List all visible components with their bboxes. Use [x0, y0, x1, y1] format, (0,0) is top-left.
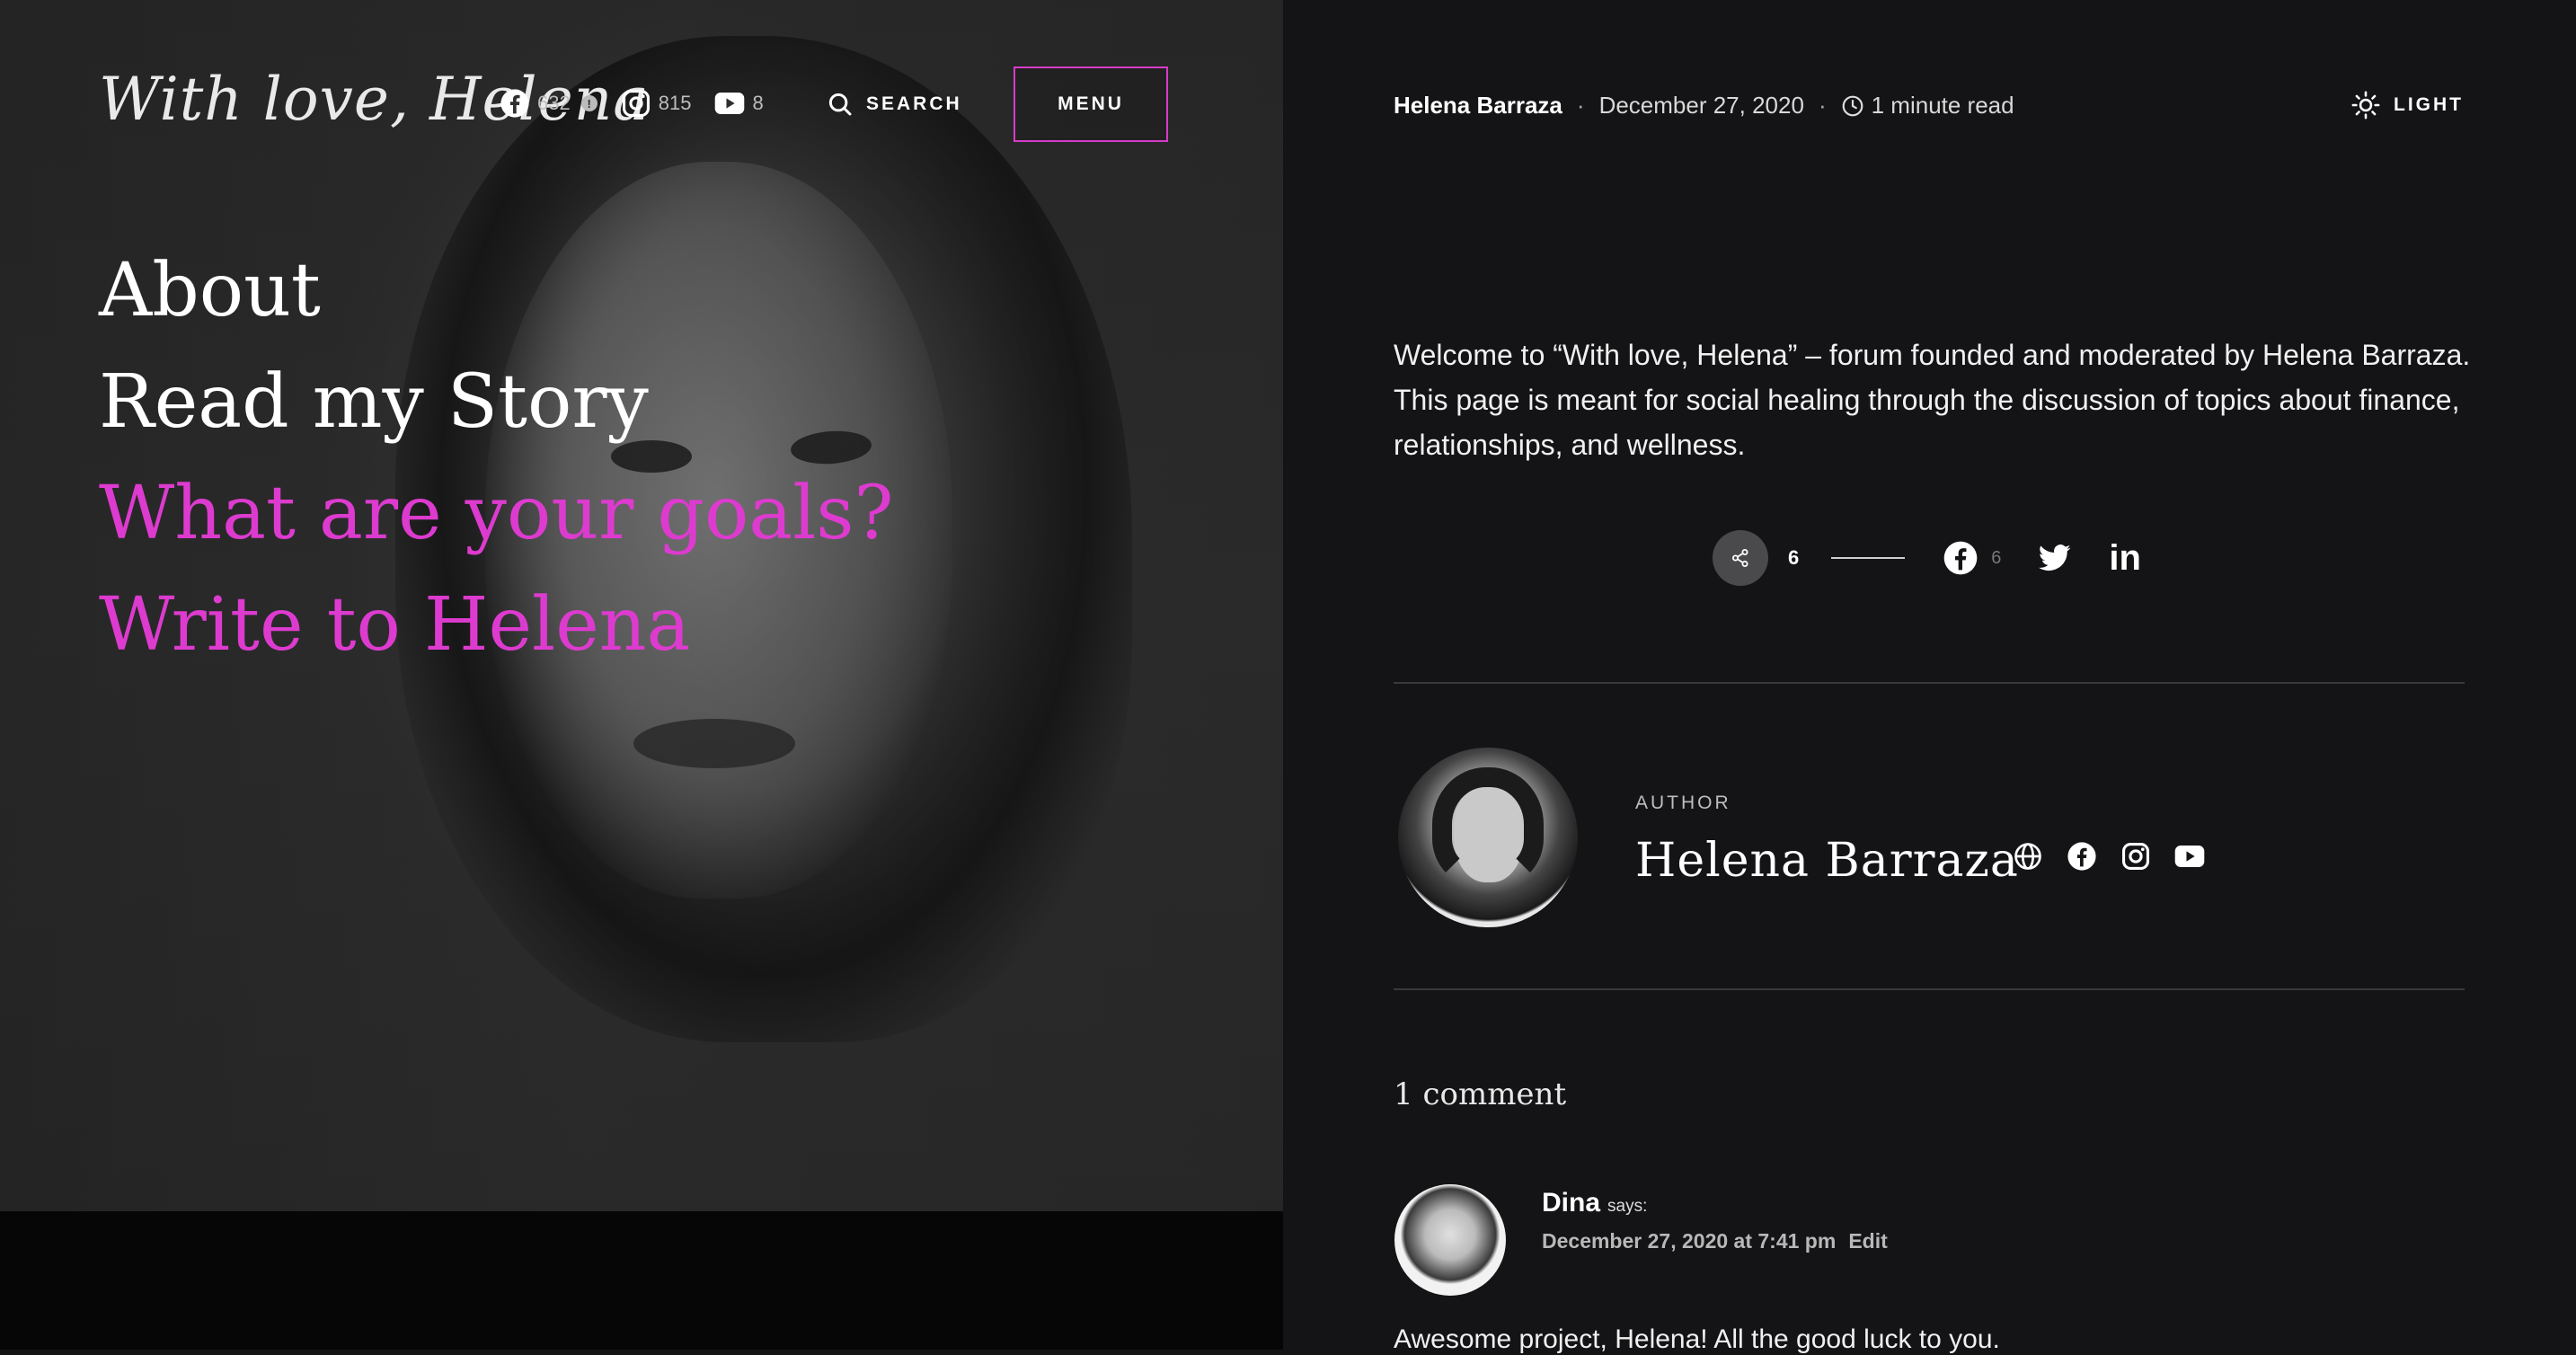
author-social-links: [2013, 841, 2205, 876]
menu-button[interactable]: MENU: [1014, 66, 1168, 142]
share-icon: [1732, 549, 1748, 567]
theme-toggle-label: LIGHT: [2394, 94, 2464, 115]
info-icon: !: [580, 95, 598, 111]
linkedin-icon: in: [2109, 537, 2141, 578]
comment-edit-link[interactable]: Edit: [1848, 1229, 1887, 1253]
facebook-count[interactable]: 632 !: [500, 88, 598, 119]
comments-title: 1 comment: [1394, 1076, 1567, 1112]
hero-menu: About Read my Story What are your goals?…: [99, 235, 893, 681]
twitter-icon: [2039, 545, 2071, 571]
meta-separator: ·: [1576, 92, 1585, 119]
share-button[interactable]: [1713, 530, 1768, 586]
share-twitter-button[interactable]: [2039, 544, 2071, 572]
hero-footer: [0, 1211, 1283, 1350]
intro-paragraph: Welcome to “With love, Helena” – forum f…: [1394, 339, 2471, 461]
hero-menu-item-read-my-story[interactable]: Read my Story: [99, 347, 893, 458]
facebook-icon[interactable]: [2067, 841, 2097, 876]
clock-icon: [1841, 94, 1864, 118]
author-avatar[interactable]: [1398, 748, 1578, 927]
share-total: 6: [1788, 546, 1800, 569]
hero-menu-item-about[interactable]: About: [99, 235, 893, 347]
share-bar: 6 6 in: [1713, 530, 2141, 586]
share-facebook-count: 6: [1991, 547, 2002, 568]
youtube-icon[interactable]: [2174, 845, 2205, 872]
youtube-count[interactable]: 8: [714, 92, 764, 115]
instagram-count[interactable]: 815: [621, 88, 692, 119]
facebook-icon: [500, 89, 529, 118]
hero-menu-item-goals[interactable]: What are your goals?: [99, 458, 893, 570]
comment-date-link[interactable]: December 27, 2020 at 7:41 pm: [1542, 1229, 1836, 1253]
author-avatar-hair: [1432, 767, 1544, 886]
post-author-link[interactable]: Helena Barraza: [1394, 92, 1562, 120]
share-linkedin-button[interactable]: in: [2109, 538, 2141, 579]
facebook-icon: [1943, 541, 1978, 575]
share-divider: [1831, 557, 1906, 559]
read-time: 1 minute read: [1871, 92, 2014, 119]
youtube-icon: [715, 92, 745, 115]
instagram-count-value: 815: [658, 92, 692, 114]
search-button[interactable]: SEARCH: [827, 91, 962, 118]
instagram-icon[interactable]: [2120, 841, 2151, 876]
author-label: AUTHOR: [1635, 793, 1731, 813]
author-name-link[interactable]: Helena Barraza: [1635, 834, 2019, 888]
commenter-avatar: [1394, 1184, 1506, 1296]
globe-icon[interactable]: [2013, 841, 2043, 876]
post-meta: Helena Barraza · December 27, 2020 · 1 m…: [1394, 92, 2014, 120]
divider: [1394, 988, 2465, 990]
comment-text: Awesome project, Helena! All the good lu…: [1394, 1324, 2000, 1354]
divider: [1394, 682, 2465, 684]
social-counts: 632 ! 815 8: [500, 88, 787, 119]
search-icon: [828, 93, 852, 116]
comment-says: says:: [1607, 1197, 1648, 1216]
commenter-name: Dina says:: [1542, 1188, 1647, 1218]
share-facebook-button[interactable]: 6: [1943, 540, 2001, 576]
instagram-icon: [622, 89, 650, 118]
facebook-count-value: 632: [537, 92, 571, 114]
youtube-count-value: 8: [752, 92, 764, 114]
hero-menu-item-write-to-helena[interactable]: Write to Helena: [99, 570, 893, 681]
theme-toggle[interactable]: LIGHT: [2350, 90, 2464, 120]
commenter-name-text[interactable]: Dina: [1542, 1188, 1600, 1218]
search-label: SEARCH: [866, 93, 962, 114]
post-date: December 27, 2020: [1598, 92, 1804, 119]
sun-icon: [2351, 91, 2380, 120]
comment-date: December 27, 2020 at 7:41 pm Edit: [1542, 1229, 1888, 1253]
meta-separator: ·: [1818, 92, 1827, 119]
